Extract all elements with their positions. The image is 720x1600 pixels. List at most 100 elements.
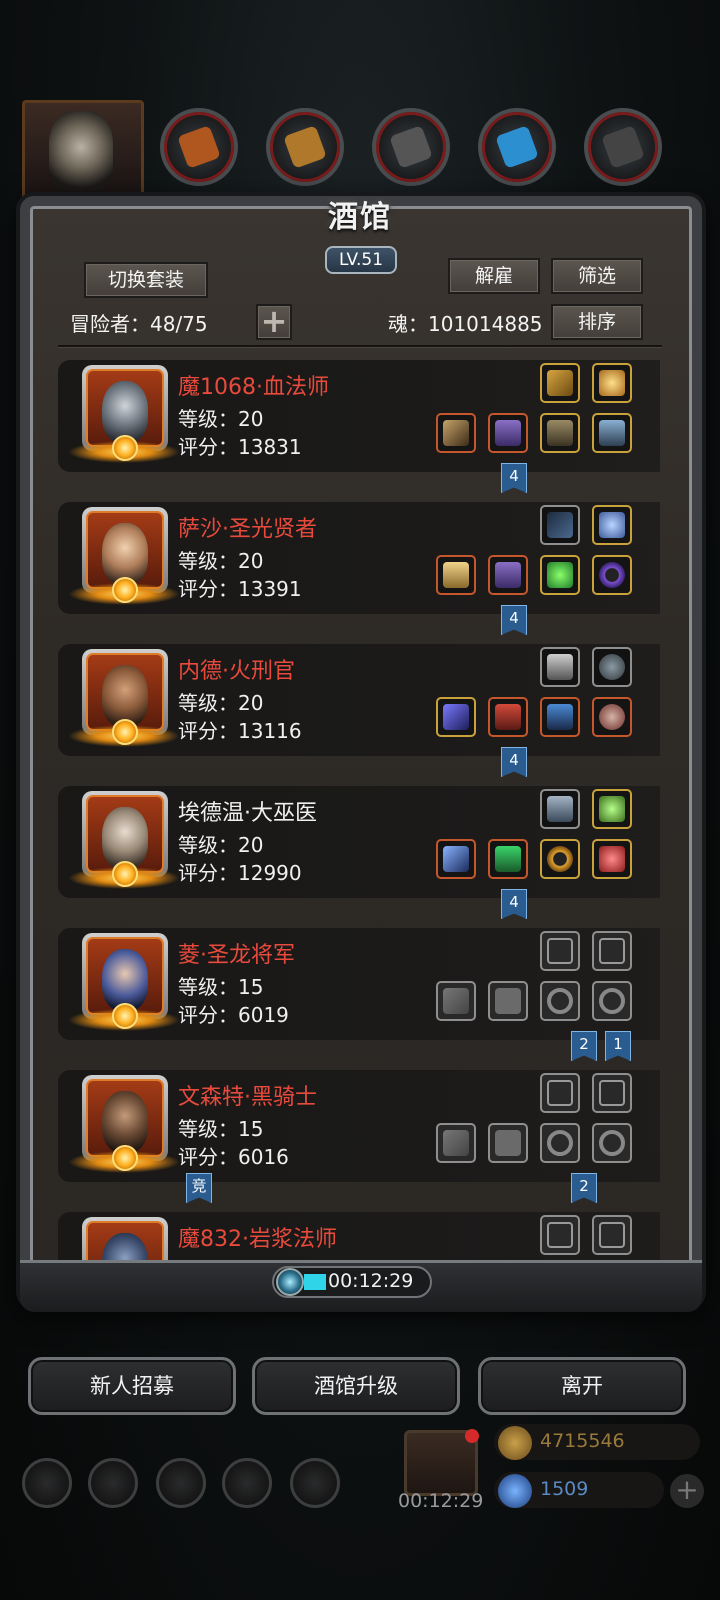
star-count-badge: 4 [501, 605, 527, 635]
empty-armor-slot-icon[interactable] [488, 981, 528, 1021]
star-count-badge: 4 [501, 463, 527, 493]
hero-name: 内德·火刑官 [178, 659, 295, 684]
staff-icon[interactable] [436, 839, 476, 879]
dismiss-button[interactable]: 解雇 [448, 258, 540, 294]
equipment-slot-helmet[interactable] [160, 108, 238, 186]
hero-card[interactable]: 内德·火刑官 等级：20 评分：13116 4 [58, 639, 660, 777]
hero-score: 评分：6019 [178, 1003, 289, 1027]
achievement-icon[interactable] [88, 1458, 138, 1508]
rank-emblem-icon [112, 577, 138, 603]
upgrade-tavern-button[interactable]: 酒馆升级 [252, 1357, 460, 1415]
star-count-badge: 1 [605, 1031, 631, 1061]
ring-icon[interactable] [540, 839, 580, 879]
gold-icon [498, 1426, 532, 1460]
switch-set-button[interactable]: 切换套装 [84, 262, 208, 298]
hero-card[interactable]: 文森特·黑骑士 等级：15 评分：6016 竞 2 [58, 1065, 660, 1203]
equipment-slot-anvil[interactable] [584, 108, 662, 186]
gem-icon[interactable] [540, 555, 580, 595]
adventurer-count: 冒险者：48/75 [70, 312, 208, 336]
star-count-badge: 4 [501, 747, 527, 777]
hero-level: 等级：20 [178, 833, 264, 857]
sort-button[interactable]: 排序 [551, 304, 643, 340]
arena-badge: 竞 [186, 1173, 212, 1203]
player-face [49, 111, 113, 191]
clock-icon [276, 1268, 304, 1296]
hero-level: 等级：20 [178, 407, 264, 431]
stone-icon[interactable] [592, 647, 632, 687]
empty-accessory-slot-icon[interactable] [592, 1215, 632, 1255]
leave-button[interactable]: 离开 [478, 1357, 686, 1415]
rank-emblem-icon [112, 1145, 138, 1171]
hero-level: 等级：15 [178, 975, 264, 999]
hero-list[interactable]: 魔1068·血法师 等级：20 评分：13831 4 萨沙·圣光贤者 等级：20… [58, 355, 660, 1275]
hero-card[interactable]: 魔1068·血法师 等级：20 评分：13831 4 [58, 355, 660, 493]
emblem-icon[interactable] [540, 647, 580, 687]
hammer-icon[interactable] [436, 555, 476, 595]
hero-score: 评分：12990 [178, 861, 302, 885]
add-gems-icon[interactable]: + [670, 1474, 704, 1508]
game-screen: { "header": {"title": "酒馆", "level": "LV… [0, 0, 720, 1600]
hero-level: 等级：20 [178, 549, 264, 573]
rank-emblem-icon [112, 861, 138, 887]
gem-amount: 1509 [540, 1478, 589, 1500]
empty-ring-slot-icon[interactable] [540, 981, 580, 1021]
player-portrait[interactable] [22, 100, 144, 200]
hero-name: 埃德温·大巫医 [178, 801, 317, 826]
hero-name: 菱·圣龙将军 [178, 943, 295, 968]
armor-icon[interactable] [488, 697, 528, 737]
equipment-slot-crystal[interactable] [478, 108, 556, 186]
armor-icon[interactable] [488, 555, 528, 595]
map-icon[interactable] [290, 1458, 340, 1508]
skull-icon[interactable] [592, 697, 632, 737]
empty-ring-slot-icon[interactable] [592, 1123, 632, 1163]
hero-score: 评分：13116 [178, 719, 302, 743]
guild-icon[interactable] [156, 1458, 206, 1508]
amulet-icon[interactable] [540, 363, 580, 403]
armor-icon[interactable] [488, 839, 528, 879]
hero-name: 萨沙·圣光贤者 [178, 517, 317, 542]
helmet-icon[interactable] [540, 413, 580, 453]
lantern-icon[interactable] [592, 363, 632, 403]
lantern-icon[interactable] [592, 789, 632, 829]
hero-score: 评分：6016 [178, 1145, 289, 1169]
filter-button[interactable]: 筛选 [551, 258, 643, 294]
timer-value: 00:12:29 [328, 1270, 414, 1292]
recruit-button[interactable]: 新人招募 [28, 1357, 236, 1415]
hero-score: 评分：13831 [178, 435, 302, 459]
book-icon[interactable] [540, 789, 580, 829]
gift-box-icon[interactable] [404, 1429, 479, 1496]
empty-accessory-slot-icon[interactable] [540, 1073, 580, 1113]
heart-icon[interactable] [592, 839, 632, 879]
ring-icon[interactable] [592, 555, 632, 595]
add-slot-button[interactable]: + [256, 304, 292, 340]
mace-icon[interactable] [436, 697, 476, 737]
empty-armor-slot-icon[interactable] [488, 1123, 528, 1163]
equipment-slot-boots[interactable] [372, 108, 450, 186]
empty-ring-slot-icon[interactable] [540, 1123, 580, 1163]
soul-count: 魂：101014885 [388, 312, 543, 336]
rank-emblem-icon [112, 719, 138, 745]
hero-card[interactable]: 菱·圣龙将军 等级：15 评分：6019 2 1 [58, 923, 660, 1061]
empty-accessory-slot-icon[interactable] [540, 931, 580, 971]
empty-ring-slot-icon[interactable] [592, 981, 632, 1021]
timer-progress [304, 1274, 326, 1290]
empty-accessory-slot-icon[interactable] [540, 1215, 580, 1255]
cross-icon[interactable] [592, 413, 632, 453]
mail-icon[interactable] [222, 1458, 272, 1508]
empty-weapon-slot-icon[interactable] [436, 1123, 476, 1163]
whip-icon[interactable] [540, 505, 580, 545]
armor-icon[interactable] [488, 413, 528, 453]
helmet-icon[interactable] [540, 697, 580, 737]
hero-card[interactable]: 埃德温·大巫医 等级：20 评分：12990 4 [58, 781, 660, 919]
hero-level: 等级：20 [178, 691, 264, 715]
empty-weapon-slot-icon[interactable] [436, 981, 476, 1021]
lantern-icon[interactable] [592, 505, 632, 545]
staff-icon[interactable] [436, 413, 476, 453]
settings-icon[interactable] [22, 1458, 72, 1508]
empty-accessory-slot-icon[interactable] [592, 1073, 632, 1113]
empty-accessory-slot-icon[interactable] [592, 931, 632, 971]
star-count-badge: 2 [571, 1173, 597, 1203]
equipment-slot-armor[interactable] [266, 108, 344, 186]
hero-card[interactable]: 萨沙·圣光贤者 等级：20 评分：13391 4 [58, 497, 660, 635]
hero-level: 等级：15 [178, 1117, 264, 1141]
